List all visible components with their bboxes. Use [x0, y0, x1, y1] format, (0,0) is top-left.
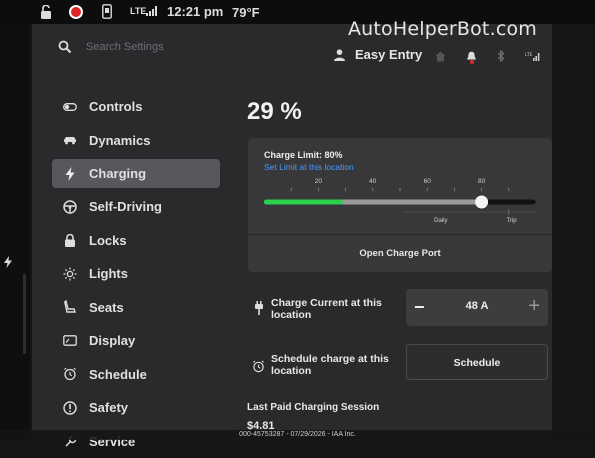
sidebar-item-controls[interactable]: Controls — [52, 90, 222, 124]
sidebar-item-label: Locks — [89, 233, 127, 248]
car-icon — [62, 132, 78, 148]
profile-button[interactable]: Easy Entry — [334, 47, 422, 62]
set-limit-link[interactable]: Set Limit at this location — [264, 162, 354, 172]
slider-tick-label: 40 — [369, 178, 377, 185]
phone-key-icon[interactable] — [102, 4, 112, 19]
profile-name: Easy Entry — [355, 47, 422, 62]
outside-temperature: 79°F — [232, 5, 260, 20]
plug-icon — [254, 301, 264, 320]
search-input[interactable]: Search Settings — [86, 41, 164, 53]
sidebar-item-label: Seats — [89, 300, 124, 315]
scroll-indicator — [23, 274, 26, 354]
steering-wheel-icon — [62, 199, 78, 215]
charge-limit-label: Charge Limit: 80% — [264, 150, 343, 160]
clock-time: 12:21 pm — [167, 4, 223, 19]
recording-icon[interactable] — [68, 4, 84, 20]
sidebar-item-label: Dynamics — [89, 133, 150, 148]
sidebar-item-dynamics[interactable]: Dynamics — [52, 124, 222, 158]
sidebar-item-label: Lights — [89, 266, 128, 281]
card-divider — [248, 234, 552, 235]
sidebar-item-safety[interactable]: Safety — [52, 391, 222, 425]
charge-limit-slider[interactable]: 20 40 60 80 Daily Trip — [264, 174, 540, 224]
slider-track-over-limit — [482, 200, 536, 205]
battery-percent: 29 % — [247, 98, 302, 126]
lock-icon — [62, 232, 78, 248]
top-bar: Search Settings Easy Entry LTE — [32, 30, 552, 70]
sidebar-item-label: Controls — [89, 99, 142, 114]
open-charge-port-button[interactable]: Open Charge Port — [248, 248, 552, 259]
sidebar-item-locks[interactable]: Locks — [52, 224, 222, 258]
sidebar-item-label: Schedule — [89, 367, 147, 382]
lte-label: LTE — [130, 6, 146, 16]
unlock-icon[interactable] — [40, 5, 52, 19]
left-bezel — [0, 24, 30, 440]
charge-limit-card: Charge Limit: 80% Set Limit at this loca… — [248, 138, 552, 272]
svg-text:LTE: LTE — [525, 52, 533, 58]
sidebar-item-seats[interactable]: Seats — [52, 291, 222, 325]
settings-sidebar: Controls Dynamics Charging Self-Driving … — [52, 90, 222, 458]
schedule-charge-label: Schedule charge at this location — [271, 353, 391, 377]
sidebar-item-schedule[interactable]: Schedule — [52, 358, 222, 392]
slider-tick-label: 60 — [424, 178, 432, 185]
slider-daily-label: Daily — [434, 218, 447, 224]
sidebar-item-label: Display — [89, 333, 135, 348]
charge-current-value: 48 A — [406, 300, 548, 312]
sidebar-item-lights[interactable]: Lights — [52, 257, 222, 291]
bell-icon[interactable] — [466, 50, 477, 62]
slider-charge-fill — [264, 200, 343, 205]
sidebar-item-charging[interactable]: Charging — [52, 159, 220, 188]
lightning-icon — [62, 166, 78, 182]
slider-thumb[interactable] — [475, 196, 488, 209]
signal-icon — [146, 6, 158, 16]
alarm-clock-icon — [62, 366, 78, 382]
slider-trip-label: Trip — [506, 218, 517, 224]
sidebar-item-label: Self-Driving — [89, 199, 162, 214]
person-icon — [334, 49, 345, 61]
slider-tick-label: 20 — [315, 178, 323, 185]
alarm-clock-icon — [252, 360, 265, 378]
schedule-button[interactable]: Schedule — [406, 344, 548, 380]
footer-caption: 000-45753287 - 07/29/2026 - IAA Inc. — [0, 430, 595, 440]
sidebar-item-label: Safety — [89, 400, 128, 415]
home-icon[interactable] — [435, 51, 446, 62]
search-bar[interactable]: Search Settings — [58, 40, 164, 54]
sidebar-item-self-driving[interactable]: Self-Driving — [52, 190, 222, 224]
info-icon — [62, 400, 78, 416]
display-icon — [62, 333, 78, 349]
lightning-icon — [4, 256, 12, 270]
charge-current-stepper[interactable]: − 48 A + — [406, 289, 548, 326]
sidebar-item-label: Charging — [89, 166, 146, 181]
toggle-icon — [62, 99, 78, 115]
bluetooth-icon[interactable] — [497, 50, 505, 62]
sidebar-item-display[interactable]: Display — [52, 324, 222, 358]
seat-icon — [62, 299, 78, 315]
charge-current-label: Charge Current at this location — [271, 297, 391, 321]
search-icon — [58, 40, 72, 54]
increase-current-button[interactable]: + — [528, 295, 540, 318]
sun-icon — [62, 266, 78, 282]
slider-tick-label: 80 — [478, 178, 486, 185]
lte-signal-icon: LTE — [525, 51, 541, 61]
last-session-title: Last Paid Charging Session — [247, 402, 379, 413]
